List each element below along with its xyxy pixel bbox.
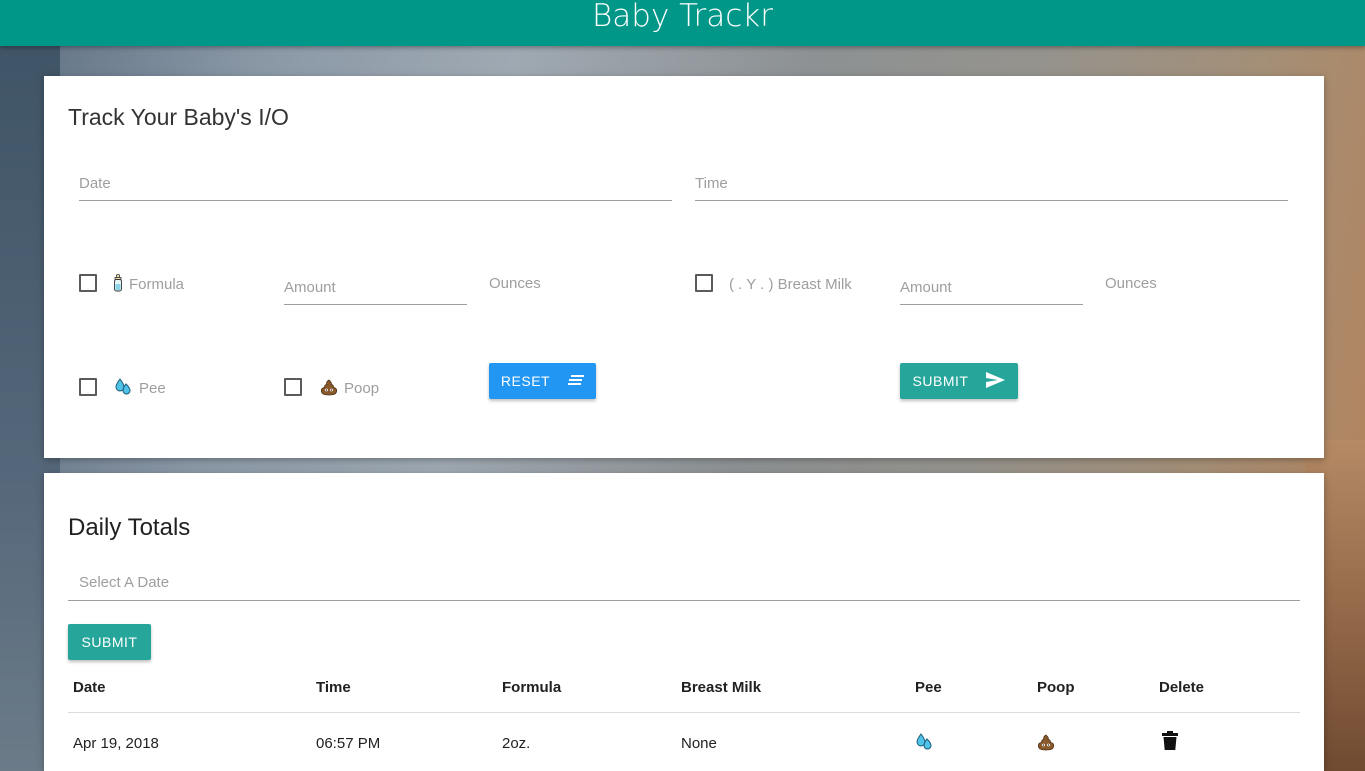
baby-bottle-icon bbox=[113, 274, 123, 297]
list-lines-icon bbox=[568, 373, 585, 389]
pee-checkbox[interactable] bbox=[79, 378, 97, 396]
breast-milk-label: ( . Y . ) Breast Milk bbox=[729, 276, 852, 293]
select-date-field[interactable] bbox=[68, 565, 1300, 601]
send-icon bbox=[986, 371, 1006, 391]
breast-milk-amount-field[interactable] bbox=[900, 271, 1083, 305]
totals-submit-button[interactable]: SUBMIT bbox=[68, 624, 151, 660]
column-header-breast-milk: Breast Milk bbox=[681, 679, 762, 696]
formula-label: Formula bbox=[129, 276, 185, 293]
column-header-poop: Poop bbox=[1037, 679, 1075, 696]
time-input[interactable] bbox=[695, 166, 1288, 200]
trash-icon[interactable] bbox=[1162, 731, 1178, 754]
submit-entry-label: SUBMIT bbox=[912, 373, 969, 389]
formula-amount-input[interactable] bbox=[284, 271, 467, 304]
row-breast-milk: None bbox=[681, 735, 717, 752]
formula-amount-field[interactable] bbox=[284, 271, 467, 305]
breast-milk-amount-input[interactable] bbox=[900, 271, 1083, 304]
poop-icon bbox=[320, 379, 338, 401]
totals-submit-label: SUBMIT bbox=[81, 634, 138, 650]
column-header-time: Time bbox=[316, 679, 351, 696]
navbar: Baby Trackr bbox=[0, 0, 1365, 46]
select-date-input[interactable] bbox=[68, 565, 1300, 600]
row-date: Apr 19, 2018 bbox=[73, 735, 159, 752]
submit-entry-button[interactable]: SUBMIT bbox=[900, 363, 1018, 399]
formula-checkbox[interactable] bbox=[79, 274, 97, 292]
column-header-pee: Pee bbox=[915, 679, 942, 696]
breast-milk-unit-label: Ounces bbox=[1105, 275, 1157, 292]
column-header-delete: Delete bbox=[1159, 679, 1205, 696]
daily-totals-card: Daily Totals SUBMIT Date Time Formula Br… bbox=[44, 473, 1324, 771]
poop-icon bbox=[1037, 734, 1055, 755]
reset-button[interactable]: RESET bbox=[489, 363, 596, 399]
tracker-card: Track Your Baby's I/O Formula Ounces ( .… bbox=[44, 76, 1324, 458]
time-field[interactable] bbox=[695, 166, 1288, 201]
formula-unit-label: Ounces bbox=[489, 275, 541, 292]
droplets-icon bbox=[915, 733, 933, 755]
row-time: 06:57 PM bbox=[316, 735, 381, 752]
date-input[interactable] bbox=[79, 166, 672, 200]
column-header-date: Date bbox=[73, 679, 106, 696]
row-formula: 2oz. bbox=[502, 735, 531, 752]
table-divider bbox=[68, 712, 1300, 713]
tracker-heading: Track Your Baby's I/O bbox=[68, 104, 289, 130]
daily-totals-heading: Daily Totals bbox=[68, 514, 191, 541]
app-title[interactable]: Baby Trackr bbox=[592, 0, 773, 32]
reset-button-label: RESET bbox=[500, 373, 551, 389]
pee-label: Pee bbox=[139, 380, 166, 397]
column-header-formula: Formula bbox=[502, 679, 562, 696]
droplets-icon bbox=[114, 378, 132, 401]
breast-milk-checkbox[interactable] bbox=[695, 274, 713, 292]
poop-label: Poop bbox=[344, 380, 380, 397]
poop-checkbox[interactable] bbox=[284, 378, 302, 396]
date-field[interactable] bbox=[79, 166, 672, 201]
